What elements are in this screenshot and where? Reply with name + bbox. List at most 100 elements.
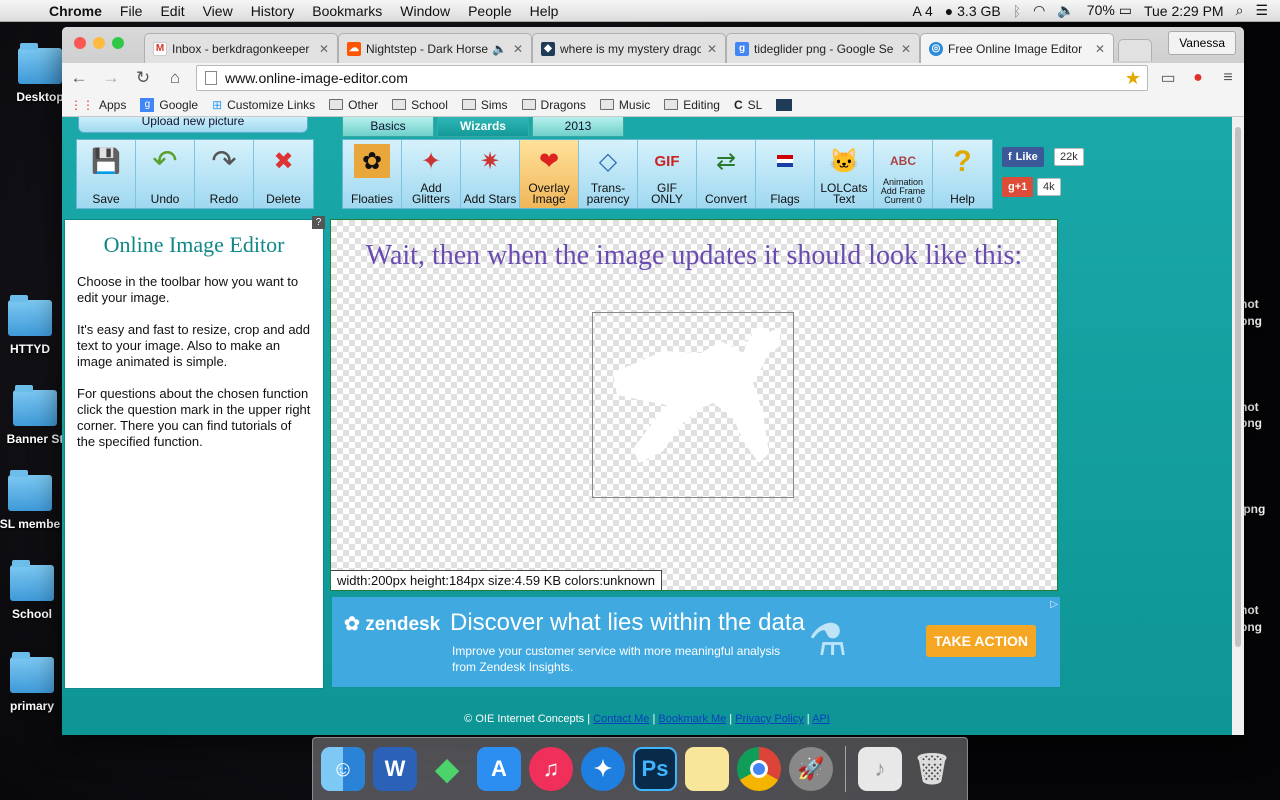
trash-icon[interactable]: 🗑 bbox=[910, 747, 954, 791]
add-glitters-button[interactable]: ✦ Add Glitters bbox=[402, 140, 461, 208]
tab-mystery-dragon[interactable]: ◆ where is my mystery drago ✕ bbox=[532, 33, 726, 63]
sims-plumbob-icon[interactable]: ◆ bbox=[425, 747, 469, 791]
close-tab-icon[interactable]: ✕ bbox=[707, 42, 717, 56]
tab-image-editor[interactable]: ◎ Free Online Image Editor ✕ bbox=[920, 33, 1114, 63]
notes-icon[interactable] bbox=[685, 747, 729, 791]
tab-wizards[interactable]: Wizards bbox=[437, 117, 529, 137]
upload-new-picture-button[interactable]: Upload new picture bbox=[78, 117, 308, 133]
help-question-icon[interactable]: ? bbox=[312, 216, 325, 229]
tab-gmail[interactable]: M Inbox - berkdragonkeeper ✕ bbox=[144, 33, 338, 63]
facebook-like-button[interactable]: f Like bbox=[1002, 147, 1044, 167]
bookmark-folder-school[interactable]: School bbox=[392, 98, 448, 112]
volume-icon[interactable]: 🔈 bbox=[1057, 2, 1074, 19]
forward-button[interactable]: → bbox=[100, 68, 122, 88]
menu-bookmarks[interactable]: Bookmarks bbox=[303, 3, 391, 19]
itunes-icon[interactable]: ♫ bbox=[529, 747, 573, 791]
image-preview[interactable] bbox=[592, 312, 794, 498]
status-icon[interactable]: A 4 bbox=[913, 3, 933, 19]
image-canvas[interactable]: Wait, then when the image updates it sho… bbox=[330, 219, 1058, 591]
home-button[interactable]: ⌂ bbox=[164, 68, 186, 88]
google-plus-button[interactable]: g+1 bbox=[1002, 177, 1034, 197]
spotlight-search-icon[interactable]: ⌕ bbox=[1236, 2, 1244, 19]
battery-indicator[interactable]: 70% ▭ bbox=[1087, 2, 1132, 19]
take-action-button[interactable]: TAKE ACTION bbox=[926, 625, 1036, 657]
address-bar[interactable]: www.online-image-editor.com ★ bbox=[196, 65, 1148, 91]
app-store-icon[interactable]: A bbox=[477, 747, 521, 791]
flags-button[interactable]: Flags bbox=[756, 140, 815, 208]
menu-help[interactable]: Help bbox=[521, 3, 568, 19]
back-button[interactable]: ← bbox=[68, 68, 90, 88]
undo-button[interactable]: ↶ Undo bbox=[136, 140, 195, 208]
privacy-link[interactable]: Privacy Policy bbox=[735, 713, 803, 725]
bookmark-folder-dragons[interactable]: Dragons bbox=[521, 98, 586, 112]
close-tab-icon[interactable]: ✕ bbox=[901, 42, 911, 56]
chrome-menu-icon[interactable]: ≡ bbox=[1218, 69, 1238, 87]
menu-view[interactable]: View bbox=[194, 3, 242, 19]
adchoices-icon[interactable]: ▷ bbox=[1050, 599, 1058, 610]
bookmark-link[interactable]: Bookmark Me bbox=[658, 713, 726, 725]
api-link[interactable]: API bbox=[812, 713, 830, 725]
bookmark-google[interactable]: g Google bbox=[140, 97, 198, 112]
zoom-window-button[interactable] bbox=[112, 37, 124, 49]
word-icon[interactable]: W bbox=[373, 747, 417, 791]
help-button[interactable]: ? Help bbox=[933, 140, 992, 208]
page-scrollbar[interactable] bbox=[1232, 117, 1244, 735]
finder-icon[interactable]: ☺ bbox=[321, 747, 365, 791]
contact-link[interactable]: Contact Me bbox=[593, 713, 649, 725]
lolcats-text-button[interactable]: 🐱 LOLCats Text bbox=[815, 140, 874, 208]
documents-stack-icon[interactable]: ♪ bbox=[858, 747, 902, 791]
menu-history[interactable]: History bbox=[242, 3, 304, 19]
memory-monitor[interactable]: ● 3.3 GB bbox=[945, 3, 1001, 19]
bookmark-folder-editing[interactable]: Editing bbox=[664, 98, 720, 112]
menu-edit[interactable]: Edit bbox=[151, 3, 193, 19]
menu-window[interactable]: Window bbox=[391, 3, 459, 19]
minimize-window-button[interactable] bbox=[93, 37, 105, 49]
transparency-button[interactable]: ◇ Trans- parency bbox=[579, 140, 638, 208]
tab-2013[interactable]: 2013 bbox=[532, 117, 624, 137]
close-tab-icon[interactable]: ✕ bbox=[1095, 42, 1105, 56]
clock[interactable]: Tue 2:29 PM bbox=[1144, 3, 1224, 19]
notification-center-icon[interactable]: ☰ bbox=[1255, 2, 1268, 19]
tab-google-search[interactable]: g tideglider png - Google Se ✕ bbox=[726, 33, 920, 63]
bookmark-star-icon[interactable]: ★ bbox=[1125, 68, 1141, 89]
menu-people[interactable]: People bbox=[459, 3, 521, 19]
zendesk-ad-banner[interactable]: ✿ zendesk Discover what lies within the … bbox=[332, 597, 1060, 687]
bookmark-folder-music[interactable]: Music bbox=[599, 98, 650, 112]
convert-button[interactable]: ⇄ Convert bbox=[697, 140, 756, 208]
extension-icon[interactable]: ● bbox=[1188, 69, 1208, 87]
bookmark-folder-other[interactable]: Other bbox=[329, 98, 378, 112]
safari-icon[interactable]: ✦ bbox=[581, 747, 625, 791]
reload-button[interactable]: ↻ bbox=[132, 68, 154, 88]
new-tab-button[interactable] bbox=[1118, 39, 1152, 61]
close-window-button[interactable] bbox=[74, 37, 86, 49]
httyd-folder-icon[interactable]: HTTYD bbox=[0, 295, 70, 356]
tab-soundcloud[interactable]: ☁ Nightstep - Dark Horse 🔈 ✕ bbox=[338, 33, 532, 63]
menu-file[interactable]: File bbox=[111, 3, 152, 19]
overlay-image-button[interactable]: ❤ Overlay Image bbox=[520, 140, 579, 208]
delete-button[interactable]: ✖ Delete bbox=[254, 140, 313, 208]
sl-folder-icon[interactable]: SL membe bbox=[0, 470, 70, 531]
bookmark-folder-sims[interactable]: Sims bbox=[461, 98, 508, 112]
wifi-icon[interactable]: ◠ bbox=[1033, 2, 1045, 19]
close-tab-icon[interactable]: ✕ bbox=[513, 42, 523, 56]
scrollbar-thumb[interactable] bbox=[1235, 127, 1241, 647]
gif-only-button[interactable]: GIF GIF ONLY bbox=[638, 140, 697, 208]
menu-app-chrome[interactable]: Chrome bbox=[40, 3, 111, 19]
bookmark-customize-links[interactable]: ⊞ Customize Links bbox=[212, 98, 315, 112]
add-stars-button[interactable]: ✷ Add Stars bbox=[461, 140, 520, 208]
close-tab-icon[interactable]: ✕ bbox=[319, 42, 329, 56]
redo-button[interactable]: ↷ Redo bbox=[195, 140, 254, 208]
add-frame-button[interactable]: ABC Animation Add Frame Current 0 bbox=[874, 140, 933, 208]
tab-basics[interactable]: Basics bbox=[342, 117, 434, 137]
chrome-icon[interactable] bbox=[737, 747, 781, 791]
bluetooth-icon[interactable]: ᛒ bbox=[1013, 3, 1021, 19]
bookmark-apps[interactable]: ⋮⋮ Apps bbox=[70, 98, 126, 112]
launchpad-icon[interactable]: 🚀 bbox=[789, 747, 833, 791]
bookmark-sl[interactable]: C SL bbox=[734, 98, 762, 112]
cast-icon[interactable]: ▭ bbox=[1158, 68, 1178, 88]
profile-button[interactable]: Vanessa bbox=[1168, 31, 1236, 55]
floaties-button[interactable]: ✿ Floaties bbox=[343, 140, 402, 208]
photoshop-icon[interactable]: Ps bbox=[633, 747, 677, 791]
bookmark-dragon[interactable] bbox=[776, 98, 793, 111]
save-button[interactable]: 💾 Save bbox=[77, 140, 136, 208]
